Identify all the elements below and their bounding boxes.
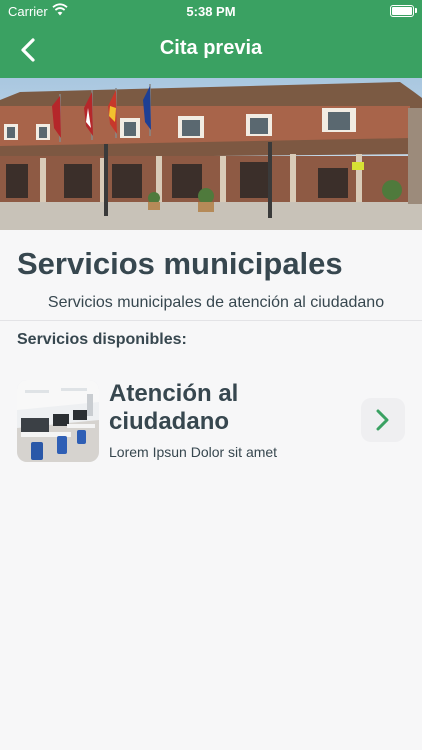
- chevron-right-icon: [376, 409, 389, 431]
- service-thumbnail: [17, 380, 99, 462]
- page-subtitle: Servicios municipales de atención al ciu…: [47, 294, 385, 311]
- town-hall-photo: [0, 78, 422, 230]
- status-bar: Carrier 5:38 PM: [0, 0, 422, 22]
- page-title: Servicios municipales: [17, 246, 343, 281]
- hero-image: [0, 78, 422, 230]
- service-open-button[interactable]: [361, 398, 405, 442]
- service-item-atencion-ciudadano[interactable]: Atención al ciudadano Lorem Ipsun Dolor …: [17, 378, 409, 462]
- navigation-bar: Cita previa: [0, 22, 422, 78]
- service-title: Atención al ciudadano: [109, 380, 239, 435]
- nav-title: Cita previa: [159, 37, 263, 59]
- section-label: Servicios disponibles:: [17, 331, 187, 348]
- office-photo: [17, 380, 99, 462]
- battery-icon: [390, 5, 414, 17]
- service-description: Lorem Ipsun Dolor sit amet: [109, 444, 278, 460]
- battery-tip: [415, 8, 417, 13]
- main-content: Servicios municipales Servicios municipa…: [0, 230, 422, 462]
- clock: 5:38 PM: [186, 4, 236, 19]
- divider: [0, 320, 422, 321]
